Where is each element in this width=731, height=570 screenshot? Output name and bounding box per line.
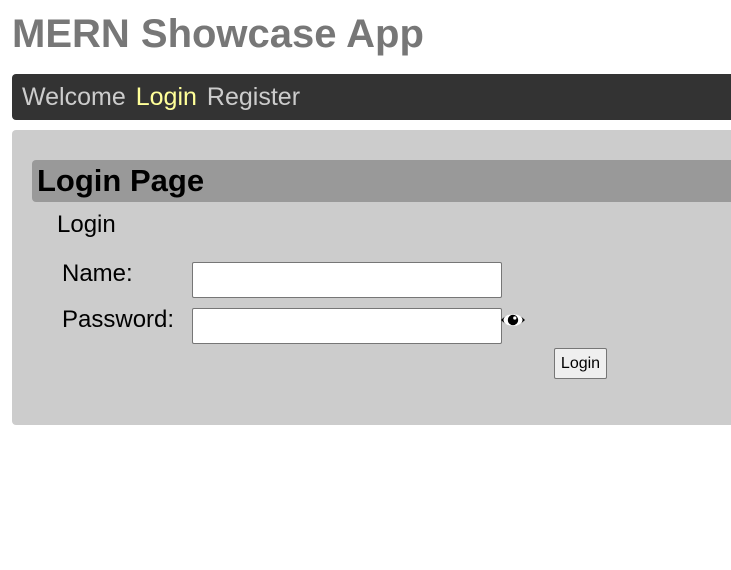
app-title: MERN Showcase App — [12, 12, 424, 56]
password-label: Password: — [62, 306, 175, 333]
navbar: Welcome Login Register — [12, 74, 731, 120]
eye-icon[interactable] — [499, 309, 527, 331]
page-title: Login Page — [37, 163, 205, 198]
password-input[interactable] — [192, 308, 502, 344]
name-input[interactable] — [192, 262, 502, 298]
login-button[interactable]: Login — [554, 348, 607, 379]
nav-link-register[interactable]: Register — [207, 74, 300, 120]
main-panel: Login Page Login Name: Password: Login — [12, 130, 731, 425]
page-header: Login Page — [32, 160, 731, 202]
form-section-label: Login — [57, 211, 116, 238]
nav-link-welcome[interactable]: Welcome — [22, 74, 126, 120]
name-label: Name: — [62, 260, 133, 287]
nav-link-login[interactable]: Login — [136, 74, 197, 120]
